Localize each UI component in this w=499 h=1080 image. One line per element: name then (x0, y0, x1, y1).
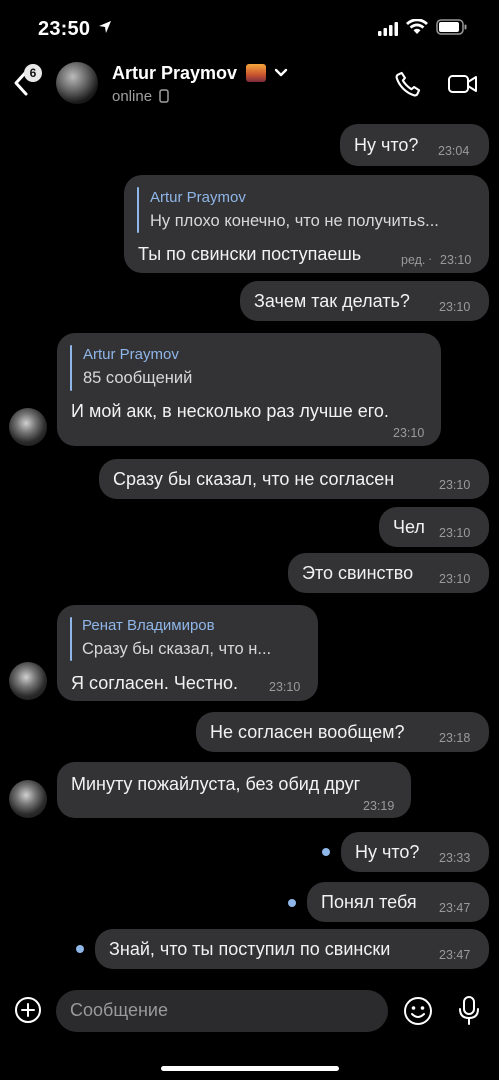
message-time: 23:47 (439, 948, 471, 962)
message-text: Минуту пожайлуста, без обид друг (71, 774, 361, 794)
message-time: 23:10 (393, 426, 425, 440)
unread-count-badge: 6 (24, 64, 42, 82)
message-bubble-incoming[interactable]: Ренат Владимиров Сразу бы сказал, что н.… (57, 605, 318, 701)
reply-quote-bar (137, 187, 139, 233)
sender-avatar[interactable] (9, 662, 47, 700)
message-time: 23:10 (439, 526, 471, 540)
unread-dot (288, 899, 296, 907)
message-text: Знай, что ты поступил по свински (109, 939, 391, 959)
video-call-icon[interactable] (447, 72, 479, 96)
message-bubble-incoming[interactable]: Artur Praymov 85 сообщений И мой акк, в … (57, 333, 441, 446)
message-time: 23:19 (363, 799, 395, 813)
message-text: Это свинство (302, 563, 414, 583)
message-time: 23:10 (440, 253, 472, 267)
message-time: 23:47 (439, 901, 471, 915)
message-text: Понял тебя (321, 892, 417, 912)
reply-quote-bar (70, 345, 72, 391)
contact-avatar[interactable] (56, 62, 98, 104)
message-time: · (428, 252, 433, 266)
message-time: 23:18 (439, 731, 471, 745)
phone-call-icon[interactable] (394, 70, 422, 98)
message-bubble-outgoing[interactable]: Зачем так делать? 23:10 (240, 281, 489, 321)
message-bubble-outgoing[interactable]: Не согласен вообщем? 23:18 (196, 712, 489, 752)
add-attachment-icon[interactable] (14, 996, 42, 1024)
message-bubble-incoming[interactable]: Минуту пожайлуста, без обид друг 23:19 (57, 762, 411, 818)
status-time: 23:50 (38, 18, 91, 40)
message-time: 23:10 (269, 680, 301, 694)
location-arrow-icon (99, 21, 111, 33)
mobile-device-icon (159, 89, 169, 103)
message-text: Ну что? (355, 842, 420, 862)
sender-avatar[interactable] (9, 780, 47, 818)
unread-dot (322, 848, 330, 856)
home-indicator[interactable] (161, 1066, 339, 1071)
message-time: 23:33 (439, 851, 471, 865)
emoji-smile-icon[interactable] (403, 996, 433, 1026)
message-text: Сразу бы сказал, что не согласен (113, 469, 395, 489)
message-bubble-outgoing[interactable]: Ну что? 23:04 (340, 124, 489, 166)
message-time: 23:10 (439, 478, 471, 492)
message-text: Ты по свински поступаешь (138, 244, 362, 264)
reply-author: Ренат Владимиров (82, 617, 215, 634)
message-text: Ну что? (354, 135, 419, 155)
message-bubble-outgoing[interactable]: Чел 23:10 (379, 507, 489, 547)
message-text: И мой акк, в несколько раз лучше его. (71, 401, 389, 421)
message-text: Зачем так делать? (254, 291, 410, 311)
message-time: 23:10 (439, 572, 471, 586)
unread-dot (76, 945, 84, 953)
cellular-signal-icon (378, 22, 398, 36)
chevron-down-icon[interactable] (274, 68, 288, 78)
contact-name[interactable]: Artur Praymov (112, 63, 237, 84)
edited-label: ред. (401, 253, 426, 267)
sender-avatar[interactable] (9, 408, 47, 446)
message-text: Чел (393, 517, 425, 537)
battery-icon (436, 19, 467, 35)
message-input-placeholder: Сообщение (70, 1000, 168, 1020)
message-text: Не согласен вообщем? (210, 722, 405, 742)
wifi-icon (406, 19, 428, 34)
reply-preview: Сразу бы сказал, что н... (82, 640, 272, 658)
sunset-emoji-icon (246, 64, 266, 82)
contact-status: online (112, 88, 169, 105)
message-bubble-outgoing[interactable]: Понял тебя 23:47 (307, 882, 489, 922)
reply-author: Artur Praymov (83, 346, 179, 363)
message-bubble-outgoing[interactable]: Сразу бы сказал, что не согласен 23:10 (99, 459, 489, 499)
microphone-icon[interactable] (457, 995, 481, 1027)
reply-preview: 85 сообщений (83, 369, 193, 387)
reply-author: Artur Praymov (150, 189, 246, 206)
message-bubble-outgoing[interactable]: Ну что? 23:33 (341, 832, 489, 872)
message-time: 23:10 (439, 300, 471, 314)
message-bubble-outgoing[interactable]: Artur Praymov Ну плохо конечно, что не п… (124, 175, 489, 273)
message-bubble-outgoing[interactable]: Знай, что ты поступил по свински 23:47 (95, 929, 489, 969)
message-text: Я согласен. Честно. (71, 673, 239, 693)
message-time: 23:04 (438, 144, 470, 158)
reply-preview: Ну плохо конечно, что не получитьs... (150, 212, 439, 230)
contact-status-text: online (112, 88, 153, 105)
message-bubble-outgoing[interactable]: Это свинство 23:10 (288, 553, 489, 593)
reply-quote-bar (70, 617, 72, 661)
